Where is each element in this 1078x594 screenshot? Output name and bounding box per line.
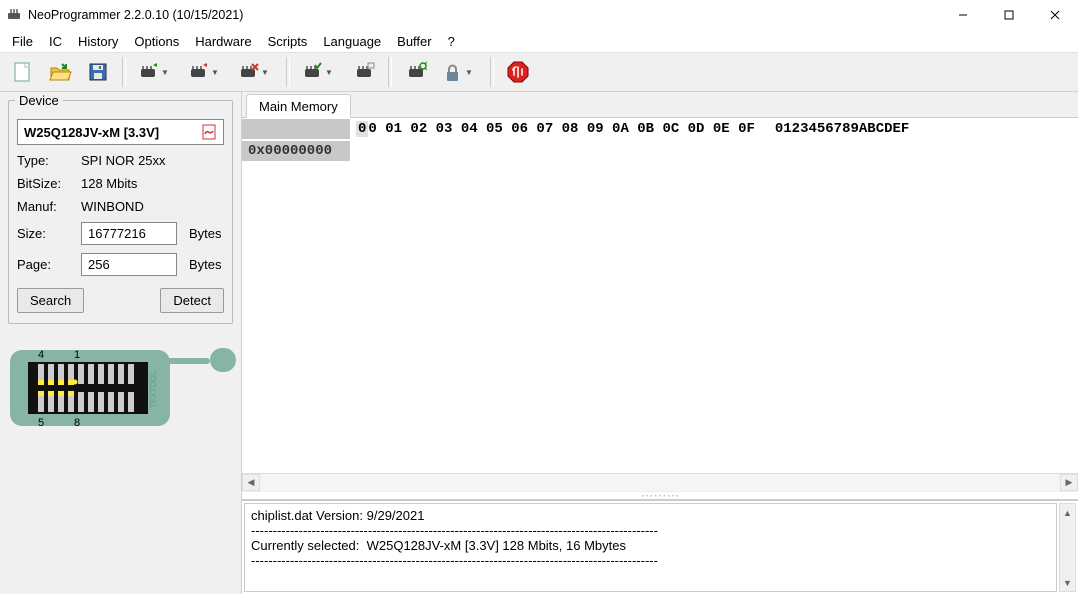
- chevron-down-icon: ▼: [161, 68, 169, 77]
- toolbar-separator: [388, 57, 392, 87]
- hex-rows[interactable]: 0x00000000: [242, 140, 1078, 473]
- window-title: NeoProgrammer 2.2.0.10 (10/15/2021): [28, 8, 940, 22]
- toolbar-save-file[interactable]: [80, 55, 116, 89]
- close-button[interactable]: [1032, 0, 1078, 30]
- page-label: Page:: [17, 257, 75, 272]
- toolbar-chip-read[interactable]: ▼: [132, 55, 180, 89]
- log-pane: chiplist.dat Version: 9/29/2021 --------…: [242, 499, 1078, 594]
- toolbar-protection[interactable]: ▼: [436, 55, 484, 89]
- device-name-field[interactable]: W25Q128JV-xM [3.3V]: [17, 119, 224, 145]
- toolbar-new-file[interactable]: [4, 55, 40, 89]
- page-input[interactable]: [81, 253, 177, 276]
- pdf-icon[interactable]: [201, 124, 217, 140]
- bitsize-label: BitSize:: [17, 176, 75, 191]
- sidebar: Device W25Q128JV-xM [3.3V] Type: SPI NOR…: [0, 92, 242, 594]
- menu-ic[interactable]: IC: [41, 32, 70, 51]
- hex-editor[interactable]: 00 01 02 03 04 05 06 07 08 09 0A 0B 0C 0…: [242, 118, 1078, 499]
- scroll-right-icon[interactable]: ▶: [1060, 474, 1078, 491]
- socket-pin-bl: 5: [38, 417, 44, 429]
- zif-socket-graphic: 4 1 5 8 TEXTOOL: [8, 340, 238, 430]
- hex-header: 00 01 02 03 04 05 06 07 08 09 0A 0B 0C 0…: [242, 118, 1078, 140]
- chevron-down-icon: ▼: [465, 68, 473, 77]
- title-bar: NeoProgrammer 2.2.0.10 (10/15/2021): [0, 0, 1078, 30]
- size-unit: Bytes: [189, 226, 222, 241]
- socket-side-text: TEXTOOL: [149, 370, 158, 408]
- chevron-down-icon: ▼: [211, 68, 219, 77]
- detect-button[interactable]: Detect: [160, 288, 224, 313]
- size-input[interactable]: [81, 222, 177, 245]
- splitter-grip-icon[interactable]: ⋯⋯⋯: [242, 491, 1078, 499]
- chevron-down-icon: ▼: [325, 68, 333, 77]
- device-name-text: W25Q128JV-xM [3.3V]: [24, 125, 159, 140]
- hex-row-addr: 0x00000000: [242, 141, 350, 161]
- menu-bar: File IC History Options Hardware Scripts…: [0, 30, 1078, 52]
- scroll-down-icon[interactable]: ▼: [1060, 574, 1075, 591]
- socket-pin-br: 8: [74, 417, 80, 429]
- toolbar-separator: [490, 57, 494, 87]
- search-button[interactable]: Search: [17, 288, 84, 313]
- app-icon: [6, 7, 22, 23]
- manuf-label: Manuf:: [17, 199, 75, 214]
- toolbar-chip-blankcheck[interactable]: [346, 55, 382, 89]
- maximize-button[interactable]: [986, 0, 1032, 30]
- log-vscrollbar[interactable]: ▲ ▼: [1059, 503, 1076, 592]
- hex-row[interactable]: 0x00000000: [242, 140, 1078, 162]
- hex-tabs: Main Memory: [242, 92, 1078, 118]
- hex-hscrollbar[interactable]: ◀ ▶: [242, 473, 1078, 491]
- page-unit: Bytes: [189, 257, 222, 272]
- socket-pin-tr: 1: [74, 349, 80, 361]
- toolbar: ▼ ▼ ▼ ▼ ▼: [0, 52, 1078, 92]
- toolbar-chip-write[interactable]: ▼: [182, 55, 230, 89]
- bitsize-value: 128 Mbits: [81, 176, 137, 191]
- toolbar-chip-erase[interactable]: ▼: [232, 55, 280, 89]
- toolbar-chip-autoprogram[interactable]: [398, 55, 434, 89]
- type-value: SPI NOR 25xx: [81, 153, 166, 168]
- toolbar-stop[interactable]: [500, 55, 536, 89]
- manuf-value: WINBOND: [81, 199, 144, 214]
- scroll-up-icon[interactable]: ▲: [1060, 504, 1075, 521]
- size-label: Size:: [17, 226, 75, 241]
- menu-buffer[interactable]: Buffer: [389, 32, 439, 51]
- minimize-button[interactable]: [940, 0, 986, 30]
- log-text[interactable]: chiplist.dat Version: 9/29/2021 --------…: [244, 503, 1057, 592]
- menu-hardware[interactable]: Hardware: [187, 32, 259, 51]
- type-label: Type:: [17, 153, 75, 168]
- menu-scripts[interactable]: Scripts: [260, 32, 316, 51]
- scroll-track[interactable]: [260, 474, 1060, 491]
- menu-language[interactable]: Language: [315, 32, 389, 51]
- scroll-left-icon[interactable]: ◀: [242, 474, 260, 491]
- device-group: Device W25Q128JV-xM [3.3V] Type: SPI NOR…: [8, 100, 233, 324]
- toolbar-separator: [286, 57, 290, 87]
- hex-header-cols: 00 01 02 03 04 05 06 07 08 09 0A 0B 0C 0…: [350, 121, 755, 137]
- menu-file[interactable]: File: [4, 32, 41, 51]
- menu-options[interactable]: Options: [126, 32, 187, 51]
- toolbar-separator: [122, 57, 126, 87]
- device-group-legend: Device: [15, 93, 63, 108]
- toolbar-open-file[interactable]: [42, 55, 78, 89]
- menu-help[interactable]: ?: [440, 32, 463, 51]
- hex-header-ascii: 0123456789ABCDEF: [775, 121, 909, 137]
- tab-main-memory[interactable]: Main Memory: [246, 94, 351, 118]
- menu-history[interactable]: History: [70, 32, 126, 51]
- socket-pin-tl: 4: [38, 349, 44, 361]
- toolbar-chip-verify[interactable]: ▼: [296, 55, 344, 89]
- right-pane: Main Memory 00 01 02 03 04 05 06 07 08 0…: [242, 92, 1078, 594]
- chevron-down-icon: ▼: [261, 68, 269, 77]
